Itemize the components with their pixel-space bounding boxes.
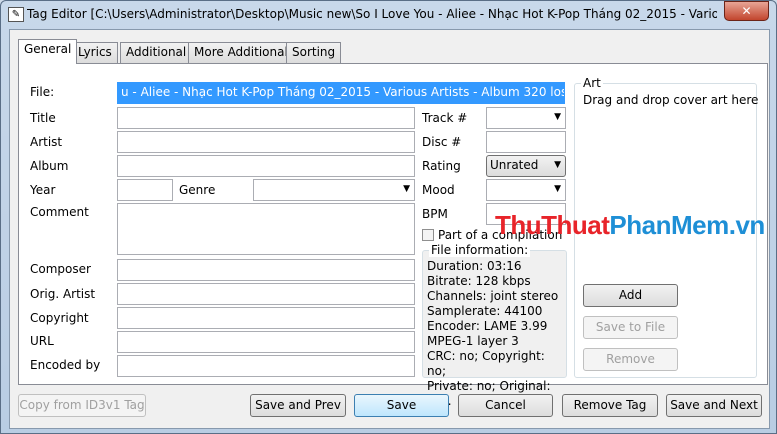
compilation-label: Part of a compilation xyxy=(438,228,563,242)
bpm-input[interactable] xyxy=(486,203,566,225)
disc-input[interactable] xyxy=(486,131,566,153)
tab-lyrics[interactable]: Lyrics xyxy=(72,42,118,63)
encoder: Encoder: LAME 3.99 xyxy=(427,319,548,333)
genre-label: Genre xyxy=(179,183,216,197)
title-input[interactable] xyxy=(117,107,415,129)
mood-select[interactable]: ▼ xyxy=(486,179,566,201)
window-title: Tag Editor [C:\Users\Administrator\Deskt… xyxy=(27,7,717,21)
file-input[interactable]: u - Aliee - Nhạc Hot K-Pop Tháng 02_2015… xyxy=(117,82,565,104)
samplerate: Samplerate: 44100 xyxy=(427,304,543,318)
url-label: URL xyxy=(30,334,54,348)
save-and-prev-button[interactable]: Save and Prev xyxy=(250,394,346,417)
track-select[interactable]: ▼ xyxy=(486,107,566,129)
track-label: Track # xyxy=(422,111,468,125)
tag-editor-window: ✎ Tag Editor [C:\Users\Administrator\Des… xyxy=(0,0,777,434)
remove-art-button[interactable]: Remove xyxy=(583,348,678,371)
chevron-down-icon: ▼ xyxy=(554,160,561,170)
copyright-input[interactable] xyxy=(117,307,415,329)
mpeg-layer: MPEG-1 layer 3 xyxy=(427,334,519,348)
rating-label: Rating xyxy=(422,159,461,173)
save-art-to-file-button[interactable]: Save to File xyxy=(583,316,678,339)
mood-label: Mood xyxy=(422,183,455,197)
tab-general[interactable]: General xyxy=(18,39,78,64)
rating-value: Unrated xyxy=(490,158,539,172)
file-label: File: xyxy=(30,85,55,99)
add-art-button[interactable]: Add xyxy=(583,284,678,307)
tab-additional[interactable]: Additional xyxy=(120,42,193,63)
year-label: Year xyxy=(30,183,56,197)
save-and-next-button[interactable]: Save and Next xyxy=(666,394,762,417)
art-drop-hint[interactable]: Drag and drop cover art here xyxy=(583,93,758,107)
album-label: Album xyxy=(30,159,69,173)
orig-artist-label: Orig. Artist xyxy=(30,287,96,301)
url-input[interactable] xyxy=(117,331,415,353)
remove-tag-button[interactable]: Remove Tag xyxy=(562,394,658,417)
channels: Channels: joint stereo xyxy=(427,289,559,303)
tab-more-additional[interactable]: More Additional xyxy=(188,42,294,63)
encoded-by-input[interactable] xyxy=(117,355,415,377)
title-label: Title xyxy=(30,111,56,125)
dialog-client: General Lyrics Additional More Additiona… xyxy=(9,29,770,429)
chevron-down-icon: ▼ xyxy=(554,184,561,194)
general-panel: File: u - Aliee - Nhạc Hot K-Pop Tháng 0… xyxy=(18,63,768,408)
bitrate: Bitrate: 128 kbps xyxy=(427,274,531,288)
art-label: Art xyxy=(581,76,603,90)
checkbox-box[interactable] xyxy=(422,229,434,241)
copyright-label: Copyright xyxy=(30,311,89,325)
year-input[interactable] xyxy=(117,179,173,201)
composer-label: Composer xyxy=(30,262,91,276)
art-group: Art Drag and drop cover art here Add Sav… xyxy=(574,76,758,378)
composer-input[interactable] xyxy=(117,259,415,281)
copy-from-id3v1-button[interactable]: Copy from ID3v1 Tag xyxy=(18,394,146,417)
compilation-checkbox[interactable]: Part of a compilation xyxy=(422,228,567,242)
cancel-button[interactable]: Cancel xyxy=(458,394,553,417)
album-input[interactable] xyxy=(117,155,415,177)
orig-artist-input[interactable] xyxy=(117,283,415,305)
tag-editor-app-icon: ✎ xyxy=(8,7,24,22)
file-info-label: File information: xyxy=(429,243,531,257)
bpm-label: BPM xyxy=(422,207,448,221)
comment-label: Comment xyxy=(30,205,89,219)
encoded-by-label: Encoded by xyxy=(30,358,101,372)
file-info-group: File information: Duration: 03:16 Bitrat… xyxy=(422,243,567,408)
save-button[interactable]: Save xyxy=(354,394,449,417)
tab-sorting[interactable]: Sorting xyxy=(286,42,342,63)
chevron-down-icon: ▼ xyxy=(403,184,410,194)
disc-label: Disc # xyxy=(422,135,462,149)
file-info-lines: Duration: 03:16 Bitrate: 128 kbps Channe… xyxy=(427,259,566,409)
artist-label: Artist xyxy=(30,135,63,149)
artist-input[interactable] xyxy=(117,131,415,153)
genre-select[interactable]: ▼ xyxy=(253,179,415,201)
comment-textarea[interactable] xyxy=(117,203,415,255)
chevron-down-icon: ▼ xyxy=(554,112,561,122)
duration: Duration: 03:16 xyxy=(427,259,522,273)
close-button[interactable]: ✕ xyxy=(724,1,769,21)
crc-copyright: CRC: no; Copyright: no; xyxy=(427,349,545,378)
rating-select[interactable]: Unrated ▼ xyxy=(486,155,566,177)
